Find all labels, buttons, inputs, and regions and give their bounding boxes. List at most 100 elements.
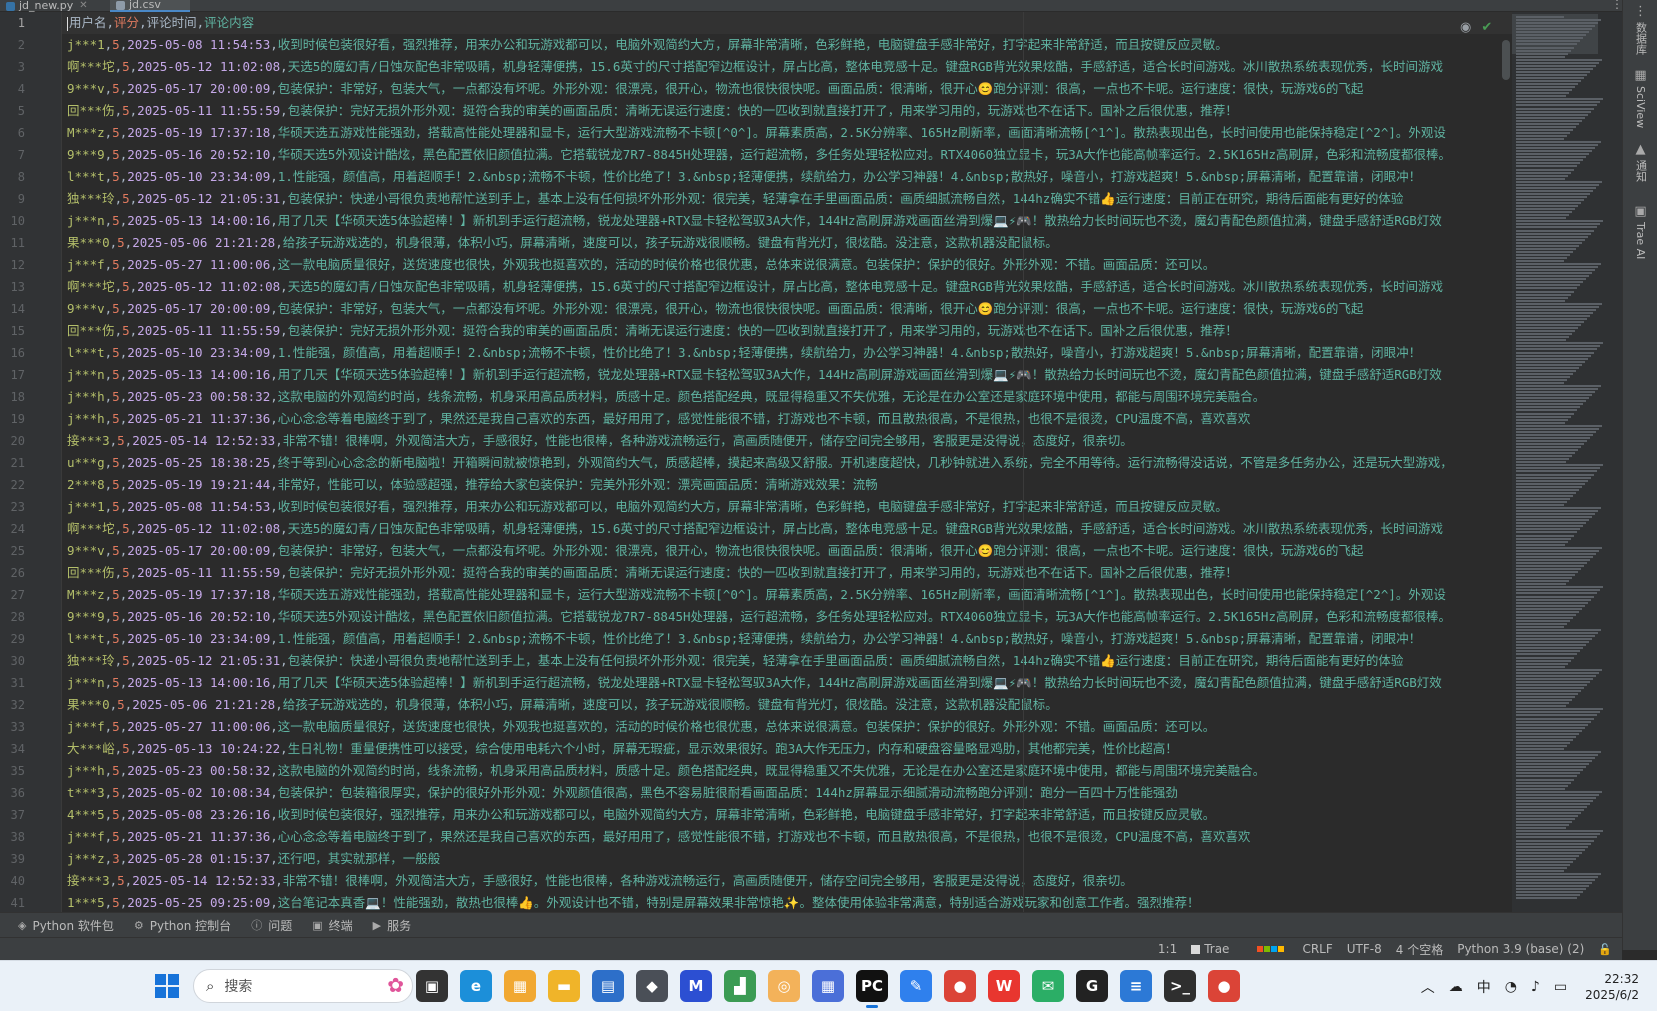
csv-row[interactable]: j***1,5,2025-05-08 11:54:53,收到时候包装很好看，强烈… [62,496,1512,518]
line-separator[interactable]: CRLF [1302,942,1332,956]
caret-position[interactable]: 1:1 [1158,942,1177,956]
chrome-icon[interactable]: ● [944,970,976,1002]
csv-row[interactable]: 啊***坨,5,2025-05-12 11:02:08,天选5的魔幻青/日蚀灰配… [62,276,1512,298]
tool-database[interactable]: ⋮ 数据库 [1623,4,1657,55]
csv-row[interactable]: j***h,5,2025-05-21 11:37:36,心心念念等着电脑终于到了… [62,408,1512,430]
cloud-icon[interactable]: ☁ [1449,979,1463,995]
chevron-up-icon[interactable]: ︿ [1421,977,1435,997]
battery-icon[interactable]: ▭ [1554,979,1567,995]
minimap-line [1516,552,1596,555]
widgets-icon[interactable]: ▦ [504,970,536,1002]
csv-row[interactable]: 回***伤,5,2025-05-11 11:55:59,包装保护：完好无损外形外… [62,320,1512,342]
csv-row[interactable]: 9***v,5,2025-05-17 20:00:09,包装保护：非常好，包装大… [62,298,1512,320]
tool-sciview[interactable]: ▦ SciView [1623,68,1657,128]
csv-row[interactable]: 9***v,5,2025-05-17 20:00:09,包装保护：非常好，包装大… [62,78,1512,100]
app-shell-icon[interactable]: ◎ [768,970,800,1002]
csv-row[interactable]: 接***3,5,2025-05-14 12:52:33,非常不错！很棒啊，外观简… [62,870,1512,892]
csv-row[interactable]: j***h,5,2025-05-23 00:58:32,这款电脑的外观简约时尚，… [62,386,1512,408]
tool-problems[interactable]: ⓘ 问题 [251,917,292,934]
inspection-widget[interactable]: ◉ ✔ [1460,20,1492,35]
csv-row[interactable]: l***t,5,2025-05-10 23:34:09,1.性能强，颜值高，用着… [62,628,1512,650]
csv-separator: , [270,301,278,316]
clock[interactable]: 22:32 2025/6/2 [1585,971,1639,1003]
csv-row[interactable]: 回***伤,5,2025-05-11 11:55:59,包装保护：完好无损外形外… [62,562,1512,584]
edge-icon[interactable]: e [460,970,492,1002]
csv-row[interactable]: 接***3,5,2025-05-14 12:52:33,非常不错！很棒啊，外观简… [62,430,1512,452]
chrome-2-icon[interactable]: ● [1208,970,1240,1002]
tool-python-packages[interactable]: ◈ Python 软件包 [18,917,114,934]
csv-row[interactable]: j***1,5,2025-05-08 11:54:53,收到时候包装很好看，强烈… [62,34,1512,56]
csv-header-row[interactable]: 用户名,评分,评论时间,评论内容 [62,12,1512,34]
csv-row[interactable]: j***f,5,2025-05-27 11:00:06,这一款电脑质量很好，送货… [62,716,1512,738]
volume-icon[interactable]: ♪ [1531,979,1540,995]
csv-row[interactable]: j***f,5,2025-05-21 11:37:36,心心念念等着电脑终于到了… [62,826,1512,848]
csv-row[interactable]: 啊***坨,5,2025-05-12 11:02:08,天选5的魔幻青/日蚀灰配… [62,518,1512,540]
wps-icon[interactable]: W [988,970,1020,1002]
check-icon[interactable]: ✔ [1481,20,1492,35]
tool-notifications[interactable]: ▲ 通知 [1623,142,1657,182]
csv-row[interactable]: M***z,5,2025-05-19 17:37:18,华硕天选五游戏性能强劲，… [62,122,1512,144]
app-cube-icon[interactable]: ◆ [636,970,668,1002]
csv-row[interactable]: l***t,5,2025-05-10 23:34:09,1.性能强，颜值高，用着… [62,342,1512,364]
csv-row[interactable]: t***3,5,2025-05-02 10:08:34,包装保护：包装箱很厚实，… [62,782,1512,804]
ime-indicator[interactable]: 中 [1477,977,1491,997]
csv-row[interactable]: 2***8,5,2025-05-19 19:21:44,非常好，性能可以，体验感… [62,474,1512,496]
tab-jd-new-py[interactable]: jd_new.py ✕ [0,0,110,12]
vertical-scrollbar[interactable] [1502,40,1510,80]
csv-editor[interactable]: 用户名,评分,评论时间,评论内容 j***1,5,2025-05-08 11:5… [62,12,1512,912]
csv-row[interactable]: 果***0,5,2025-05-06 21:21:28,给孩子玩游戏选的，机身很… [62,694,1512,716]
wifi-icon[interactable]: ◔ [1505,979,1517,995]
trae-status[interactable]: Trae [1191,942,1229,956]
csv-row[interactable]: 大***峪,5,2025-05-13 10:24:22,生日礼物！重量便携性可以… [62,738,1512,760]
tool-terminal[interactable]: ▣ 终端 [312,917,352,934]
tool-label: 通知 [1634,160,1648,182]
csv-row[interactable]: j***z,3,2025-05-28 01:15:37,还行吧，其实就那样，一般… [62,848,1512,870]
csv-row[interactable]: 独***玲,5,2025-05-12 21:05:31,包装保护：快递小哥很负责… [62,650,1512,672]
indent-setting[interactable]: 4 个空格 [1396,941,1443,958]
tool-services[interactable]: ▶ 服务 [373,917,411,934]
ms-icon-status[interactable] [1243,946,1288,952]
pycharm-icon[interactable]: PC [856,970,888,1008]
csv-row[interactable]: 9***9,5,2025-05-16 20:52:10,华硕天选5外观设计酷炫，… [62,144,1512,166]
wechat-icon[interactable]: ✉ [1032,970,1064,1002]
hide-eye-icon[interactable]: ◉ [1460,20,1471,35]
app-m-icon[interactable]: M [680,970,712,1002]
store-icon[interactable]: ▤ [592,970,624,1002]
file-encoding[interactable]: UTF-8 [1347,942,1382,956]
task-view-icon[interactable]: ▣ [416,970,448,1002]
start-button[interactable] [155,974,179,998]
lock-icon[interactable]: 🔓 [1598,943,1612,956]
csv-row[interactable]: j***n,5,2025-05-13 14:00:16,用了几天【华硕天选5体验… [62,210,1512,232]
csv-row[interactable]: j***n,5,2025-05-13 14:00:16,用了几天【华硕天选5体验… [62,672,1512,694]
tool-python-console[interactable]: ⚙ Python 控制台 [134,917,231,934]
close-icon[interactable]: ✕ [79,0,87,12]
csv-row[interactable]: 9***9,5,2025-05-16 20:52:10,华硕天选5外观设计酷炫，… [62,606,1512,628]
csv-row[interactable]: 9***v,5,2025-05-17 20:00:09,包装保护：非常好，包装大… [62,540,1512,562]
csv-row[interactable]: j***f,5,2025-05-27 11:00:06,这一款电脑质量很好，送货… [62,254,1512,276]
tab-jd-csv[interactable]: jd.csv [110,0,190,12]
csv-row[interactable]: 果***0,5,2025-05-06 21:21:28,给孩子玩游戏选的，机身很… [62,232,1512,254]
terminal-app-icon[interactable]: >_ [1164,970,1196,1002]
minimap-line [1516,232,1591,235]
minimap-line [1516,342,1603,345]
taskbar-search[interactable]: ⌕ 搜索 ✿ [193,969,413,1003]
csv-row[interactable]: 4***5,5,2025-05-08 23:26:16,收到时候包装很好，强烈推… [62,804,1512,826]
csv-row[interactable]: 1***5,5,2025-05-25 09:25:09,这台笔记本真香💻！性能强… [62,892,1512,912]
csv-row[interactable]: 啊***坨,5,2025-05-12 11:02:08,天选5的魔幻青/日蚀灰配… [62,56,1512,78]
app-chart-icon[interactable]: ▟ [724,970,756,1002]
app-feather-icon[interactable]: ✎ [900,970,932,1002]
python-interpreter[interactable]: Python 3.9 (base) (2) [1457,942,1584,956]
minimap[interactable] [1512,12,1622,912]
csv-row[interactable]: M***z,5,2025-05-19 17:37:18,华硕天选五游戏性能强劲，… [62,584,1512,606]
notepad-icon[interactable]: ≡ [1120,970,1152,1002]
csv-row[interactable]: l***t,5,2025-05-10 23:34:09,1.性能强，颜值高，用着… [62,166,1512,188]
app-grid-icon[interactable]: ▦ [812,970,844,1002]
csv-row[interactable]: j***n,5,2025-05-13 14:00:16,用了几天【华硕天选5体验… [62,364,1512,386]
app-g-icon[interactable]: G [1076,970,1108,1002]
file-explorer-icon[interactable]: ▬ [548,970,580,1002]
csv-row[interactable]: 回***伤,5,2025-05-11 11:55:59,包装保护：完好无损外形外… [62,100,1512,122]
csv-row[interactable]: 独***玲,5,2025-05-12 21:05:31,包装保护：快递小哥很负责… [62,188,1512,210]
tool-trae-ai[interactable]: ▣ Trae AI [1623,204,1657,259]
csv-row[interactable]: j***h,5,2025-05-23 00:58:32,这款电脑的外观简约时尚，… [62,760,1512,782]
csv-row[interactable]: u***g,5,2025-05-25 18:38:25,终于等到心心念念的新电脑… [62,452,1512,474]
